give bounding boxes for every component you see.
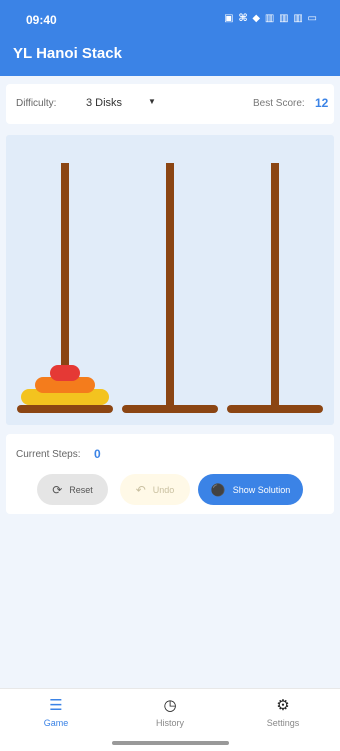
peg-base[interactable] [17,405,113,413]
best-score-label: Best Score: [253,98,305,109]
status-time: 09:40 [26,13,57,27]
undo-icon: ↶ [135,482,146,497]
disk-1[interactable] [50,365,80,381]
app-bar: 09:40 ▣ ⌘ ◆ ▥ ▥ ▥ ▭ YL Hanoi Stack [0,0,340,76]
steps-label: Current Steps: [16,449,81,460]
home-indicator [112,741,229,745]
nav-label-game: Game [43,718,69,728]
reset-button[interactable]: ⟳ Reset [37,474,108,505]
steps-value: 0 [94,447,101,461]
difficulty-label: Difficulty: [16,98,57,109]
dropdown-arrow-icon[interactable]: ▼ [148,97,156,106]
nav-item-settings[interactable]: ⚙ Settings [243,697,323,728]
peg-pole[interactable] [166,163,174,405]
refresh-icon: ⟳ [52,482,63,497]
show-solution-label: Show Solution [232,484,291,495]
gear-icon: ⚙ [276,697,290,714]
nav-item-history[interactable]: ◷ History [130,697,210,728]
nav-item-game[interactable]: ☰ Game [16,697,96,728]
controls-card: Difficulty: 3 Disks ▼ Best Score: 12 [6,84,334,124]
nav-label-history: History [155,718,184,728]
nav-label-settings: Settings [266,718,300,728]
best-score-value: 12 [315,96,329,110]
undo-button[interactable]: ↶ Undo [120,474,190,505]
status-icons: ▣ ⌘ ◆ ▥ ▥ ▥ ▭ [224,13,318,24]
lightbulb-icon: ⚫ [210,482,226,497]
status-card: Current Steps: 0 ⟳ Reset ↶ Undo ⚫ Show S… [6,434,334,514]
stack-icon: ☰ [49,697,63,714]
clock-icon: ◷ [163,697,177,714]
show-solution-button[interactable]: ⚫ Show Solution [198,474,303,505]
reset-label: Reset [69,484,93,495]
undo-label: Undo [152,484,175,495]
board-canvas [17,163,323,413]
game-board [6,135,334,425]
peg-base[interactable] [227,405,323,413]
difficulty-dropdown[interactable]: 3 Disks [86,97,122,109]
page-title: YL Hanoi Stack [13,45,122,62]
peg-base[interactable] [122,405,218,413]
peg-pole[interactable] [271,163,279,405]
